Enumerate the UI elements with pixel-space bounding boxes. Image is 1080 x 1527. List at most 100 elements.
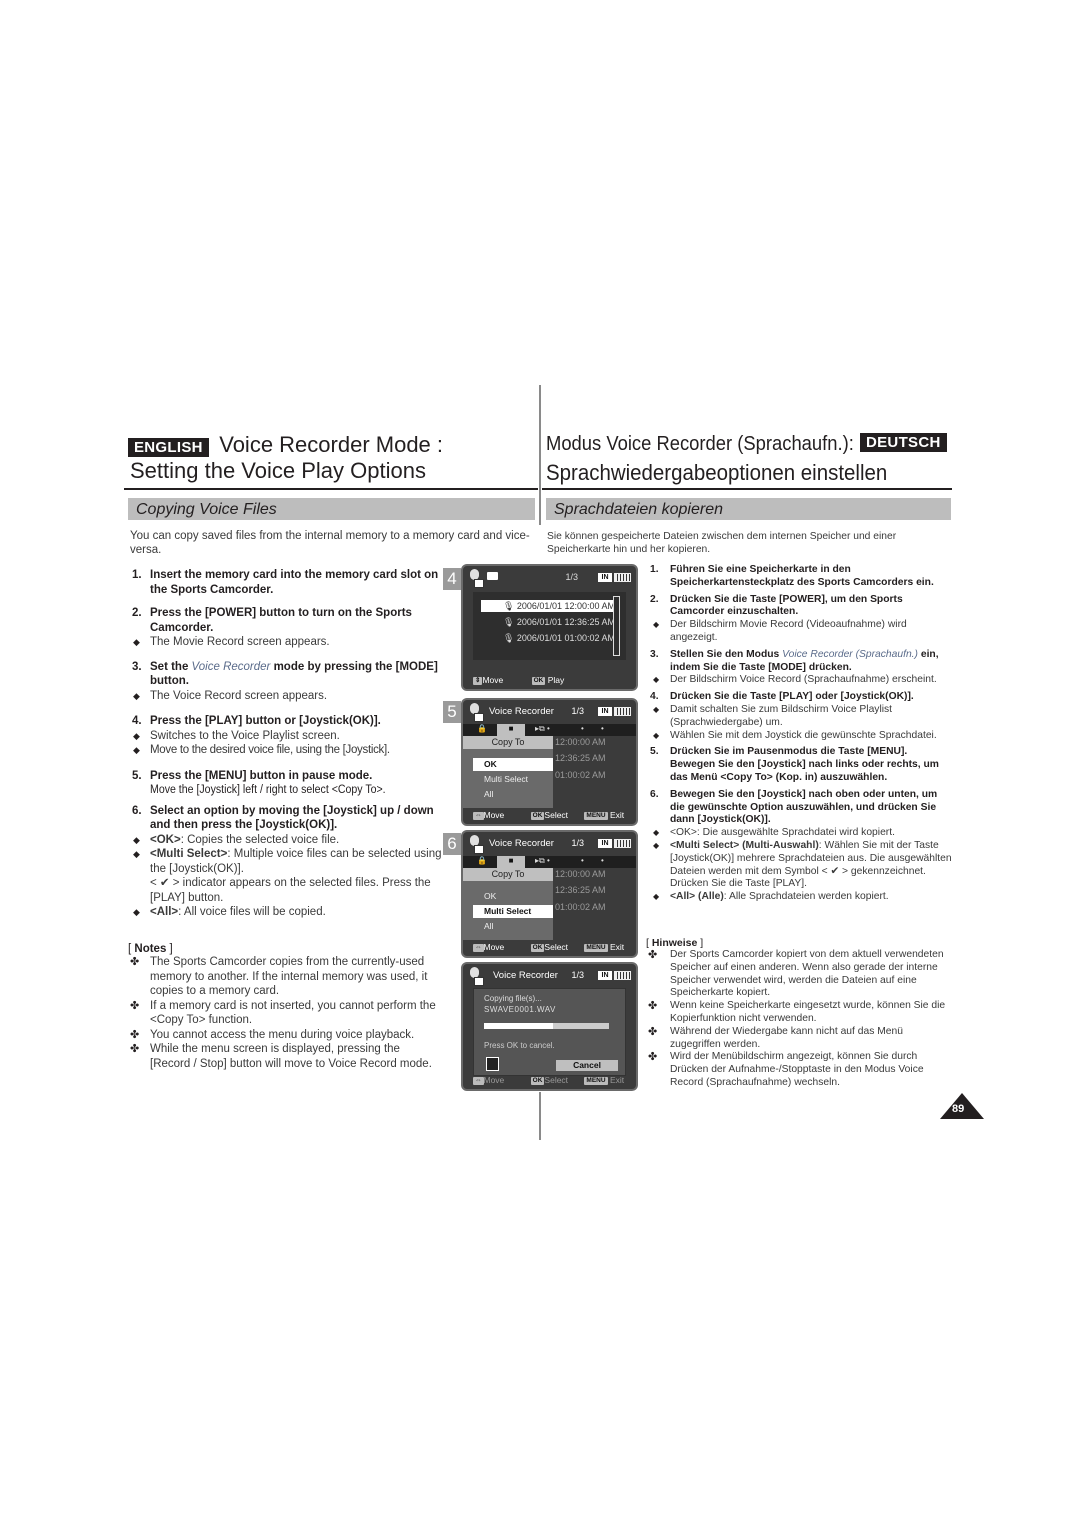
step-6-bullet-multi: ◆ <Multi Select> (Multi-Auswahl): Wählen … — [653, 839, 952, 890]
deutsch-language-badge: DEUTSCH — [860, 433, 947, 452]
clover-bullet-icon: ✤ — [648, 949, 658, 961]
background-time: 01:00:02 AM — [555, 902, 606, 912]
lock-icon[interactable]: 🔒 — [477, 724, 487, 733]
note-item: ✤ Wenn keine Speicherkarte eingesetzt wur… — [648, 1000, 946, 1024]
file-counter: 1/3 — [571, 706, 584, 716]
step-3: 3. Stellen Sie den Modus Voice Recorder (… — [650, 648, 939, 673]
ok-key-icon: OK — [531, 677, 546, 685]
step-1: 1. Führen Sie eine Speicherkarte in den S… — [650, 564, 934, 588]
step-4-bullet-1: ◆ Switches to the Voice Playlist screen. — [133, 729, 340, 742]
file-counter: 1/3 — [571, 970, 584, 980]
diamond-bullet-icon: ◆ — [133, 907, 140, 917]
step-6-bullet-ok: ◆ <OK>: Die ausgewählte Sprachdatei wird … — [653, 827, 895, 839]
voice-playback-icon — [469, 967, 484, 986]
clover-bullet-icon: ✤ — [130, 956, 140, 968]
header-rule-left — [124, 488, 538, 490]
step-6-bullet-multi: ◆ <Multi Select>: Multiple voice files ca… — [133, 848, 442, 904]
copy-to-tab-icon[interactable]: ■ — [497, 724, 525, 736]
screen-voice-playlist: 1/3 IN 🎙 2006/01/01 12:00:00 AM 🎙 2006/0… — [461, 564, 638, 691]
english-header: ENGLISH Voice Recorder Mode : — [128, 431, 443, 458]
step-4-bullet-1: ◆ Damit schalten Sie zum Bildschirm Voice… — [653, 703, 893, 728]
joystick-icon: ⇔ — [473, 812, 484, 820]
section-title-deutsch: Sprachdateien kopieren — [546, 498, 951, 520]
clover-bullet-icon: ✤ — [648, 1025, 658, 1038]
step-6: 6. Bewegen Sie den [Joystick] nach oben o… — [650, 788, 938, 826]
copy-to-menu: Copy To OK Multi Select All — [463, 736, 553, 808]
file-counter: 1/3 — [571, 838, 584, 848]
voice-playback-icon — [469, 569, 484, 588]
internal-memory-badge: IN — [598, 839, 612, 848]
deutsch-steps: 1. Führen Sie eine Speicherkarte in den S… — [646, 564, 954, 904]
status-bar: Voice Recorder 1/3 IN — [463, 832, 636, 856]
deutsch-intro: Sie können gespeicherte Dateien zwischen… — [547, 531, 897, 555]
diamond-bullet-icon: ◆ — [133, 730, 140, 741]
diamond-bullet-icon: ◆ — [133, 849, 140, 859]
status-bar: Voice Recorder 1/3 IN — [463, 964, 636, 988]
voice-file-row[interactable]: 🎙 2006/01/01 01:00:02 AM — [481, 632, 619, 644]
mode-title: Voice Recorder — [493, 970, 558, 981]
battery-icon — [614, 971, 631, 980]
cancel-button[interactable]: Cancel — [556, 1060, 618, 1071]
background-time: 12:36:25 AM — [555, 885, 606, 895]
status-bar: 1/3 IN — [463, 566, 636, 590]
voice-file-row[interactable]: 🎙 2006/01/01 12:00:00 AM — [481, 600, 619, 612]
note-item: ✤ Während der Wiedergabe kann nicht auf d… — [648, 1025, 903, 1050]
copy-to-menu: Copy To OK Multi Select All — [463, 868, 553, 940]
menu-option-ok[interactable]: OK — [473, 758, 553, 771]
menu-tab-bar: 🔒 ■ ▸⧉ • • • — [463, 856, 636, 868]
tab-dot: • — [581, 856, 584, 865]
scrollbar[interactable] — [613, 596, 620, 656]
voice-playback-icon — [469, 835, 484, 854]
background-time: 12:00:00 AM — [555, 737, 606, 747]
voice-file-row[interactable]: 🎙 2006/01/01 12:36:25 AM — [481, 616, 619, 628]
step-4-bullet-2: ◆ Move to the desired voice file, using t… — [133, 744, 390, 756]
menu-key-icon: MENU — [584, 1077, 608, 1085]
background-time: 12:36:25 AM — [555, 753, 606, 763]
battery-icon — [614, 707, 631, 716]
step-2: 2. Drücken Sie die Taste [POWER], um den … — [650, 593, 903, 618]
note-item: ✤ You cannot access the menu during voice… — [130, 1028, 415, 1041]
copy-to-tab-icon[interactable]: ■ — [497, 856, 525, 868]
lock-icon[interactable]: 🔒 — [477, 856, 487, 865]
menu-option-all[interactable]: All — [473, 788, 553, 801]
clover-bullet-icon: ✤ — [130, 1043, 140, 1055]
file-counter: 1/3 — [565, 572, 578, 582]
step-5: 5. Drücken Sie im Pausenmodus die Taste [… — [650, 746, 939, 783]
menu-option-multi-select[interactable]: Multi Select — [473, 773, 553, 786]
menu-option-multi-select[interactable]: Multi Select — [473, 905, 553, 918]
notes-title: [ Notes ] — [128, 943, 173, 955]
english-title-line1: Voice Recorder Mode : — [219, 432, 444, 457]
menu-header: Copy To — [463, 868, 553, 881]
english-language-badge: ENGLISH — [128, 438, 209, 457]
diamond-bullet-icon: ◆ — [653, 828, 660, 838]
step-4-bullet-2: ◆ Wählen Sie mit dem Joystick die gewünsc… — [653, 729, 937, 741]
menu-option-all[interactable]: All — [473, 920, 553, 933]
copy-progress-bar — [484, 1023, 609, 1029]
menu-option-ok[interactable]: OK — [473, 890, 553, 903]
slideshow-tab-icon[interactable]: ▸⧉ • — [535, 724, 550, 734]
diamond-bullet-icon: ◆ — [653, 704, 660, 714]
tab-dot: • — [601, 856, 604, 865]
screen-number-4: 4 — [443, 568, 461, 590]
internal-memory-badge: IN — [598, 573, 612, 582]
menu-tab-bar: 🔒 ■ ▸⧉ • • • — [463, 724, 636, 736]
mic-icon: 🎙 — [502, 601, 517, 611]
background-time: 01:00:02 AM — [555, 770, 606, 780]
note-item: ✤ While the menu screen is displayed, pre… — [130, 1043, 432, 1070]
step-4: 4. Press the [PLAY] button or [Joystick(… — [132, 715, 381, 727]
copying-filename: SWAVE0001.WAV — [484, 1005, 556, 1014]
screen-copying-progress: Voice Recorder 1/3 IN Copying file(s)...… — [461, 962, 638, 1091]
joystick-icon: ⇔ — [473, 944, 484, 952]
note-item: ✤ Der Sports Camcorder kopiert von dem ak… — [648, 949, 944, 999]
mode-title: Voice Recorder — [489, 706, 554, 717]
mic-icon: 🎙 — [502, 633, 517, 643]
note-item: ✤ The Sports Camcorder copies from the cu… — [130, 956, 428, 997]
clover-bullet-icon: ✤ — [648, 1000, 658, 1013]
note-item: ✤ If a memory card is not inserted, you c… — [130, 999, 436, 1027]
diamond-bullet-icon: ◆ — [653, 892, 660, 902]
screen-copy-to-multi-select: Voice Recorder 1/3 IN 🔒 ■ ▸⧉ • • • Copy … — [461, 830, 638, 958]
deutsch-notes: [ Hinweise ] ✤ Der Sports Camcorder kopie… — [646, 937, 954, 1090]
screen-footer: ⇔ Move OK Select MENU Exit — [473, 810, 625, 820]
step-3-bullet: ◆ The Voice Record screen appears. — [133, 689, 328, 702]
slideshow-tab-icon[interactable]: ▸⧉ • — [535, 856, 550, 866]
